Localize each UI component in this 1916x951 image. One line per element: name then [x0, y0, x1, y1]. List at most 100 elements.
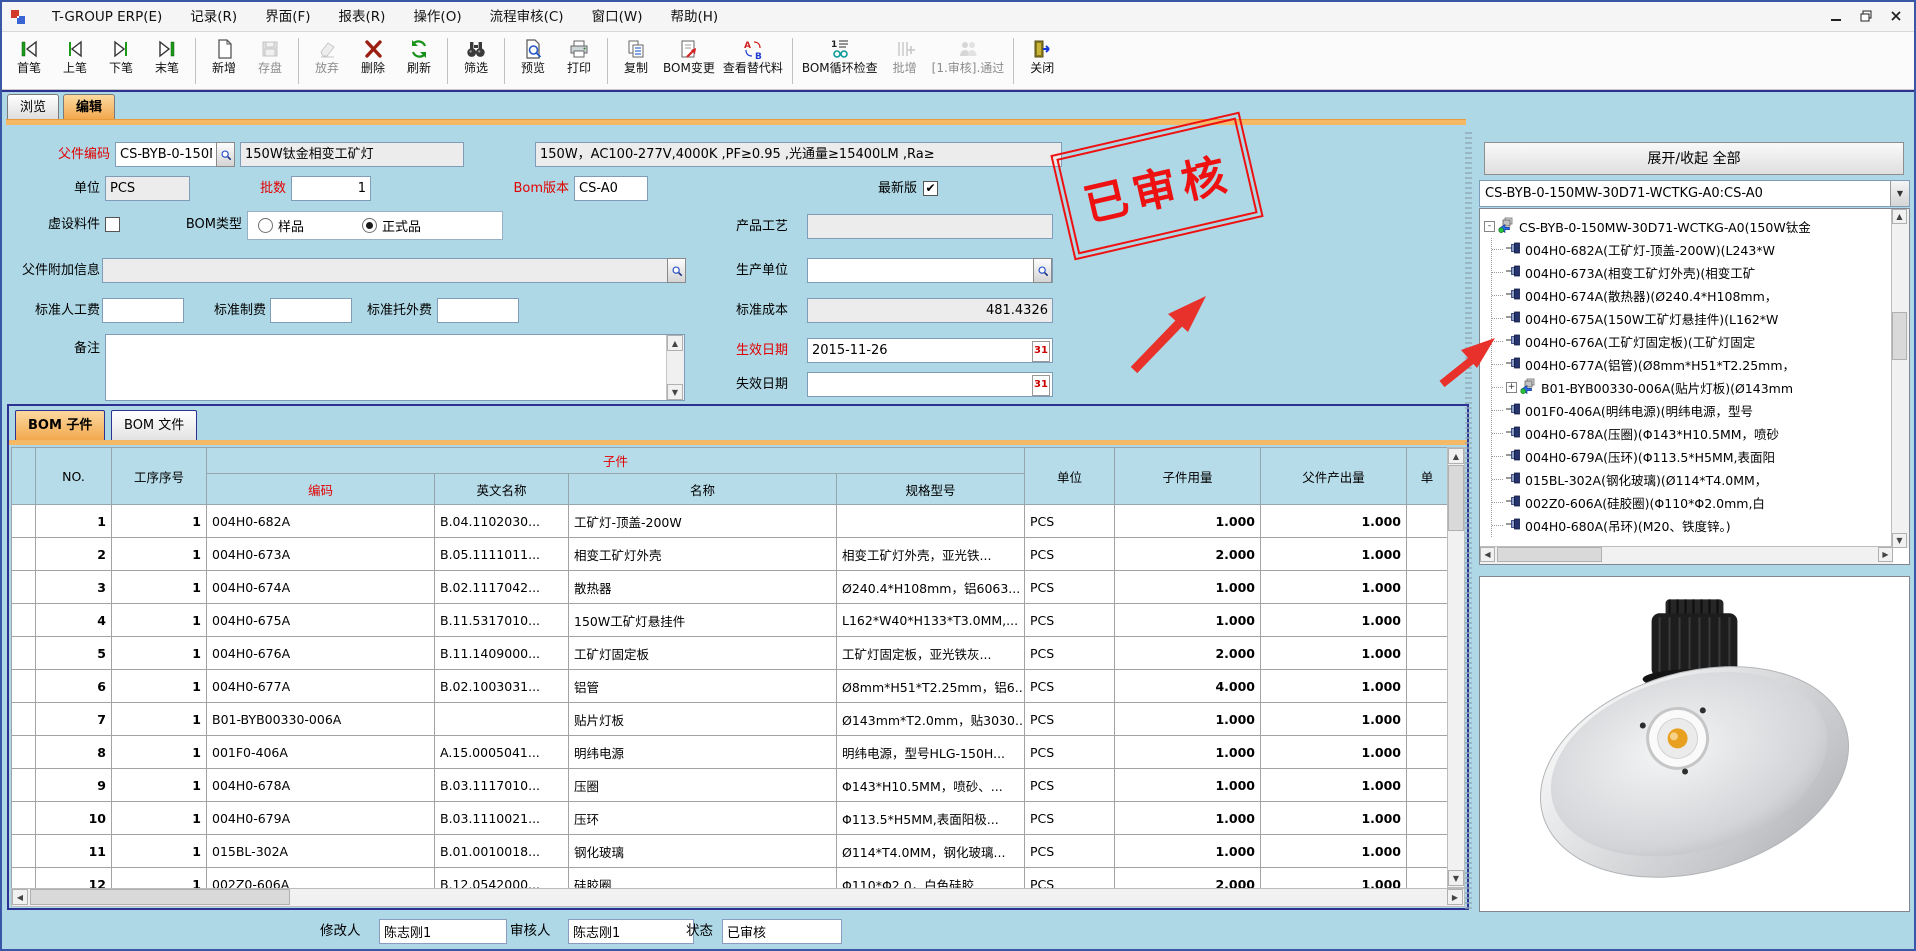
toolbar-button-copy[interactable]: 复制: [613, 35, 659, 77]
scroll-left-icon[interactable]: ◀: [1480, 547, 1495, 562]
tree-item[interactable]: 004H0-679A(压环)(Φ113.5*H5MM,表面阳: [1492, 445, 1891, 468]
cell-code[interactable]: 004H0-682A: [207, 505, 435, 538]
cell-seq[interactable]: 1: [112, 835, 207, 868]
menu-item[interactable]: 界面(F): [251, 2, 324, 32]
cell-qty[interactable]: 1.000: [1115, 736, 1261, 769]
production-unit-lookup-button[interactable]: [1033, 258, 1052, 283]
cell-qty[interactable]: 1.000: [1115, 835, 1261, 868]
cell-code[interactable]: 004H0-678A: [207, 769, 435, 802]
scroll-up-icon[interactable]: ▲: [1892, 209, 1907, 224]
sample-radio[interactable]: [258, 218, 273, 233]
toolbar-button-delete[interactable]: 删除: [350, 35, 396, 77]
cell-seq[interactable]: 1: [112, 604, 207, 637]
tab-BOM 文件[interactable]: BOM 文件: [111, 410, 197, 440]
calendar-icon[interactable]: 31: [1032, 375, 1050, 396]
status-input[interactable]: [722, 919, 842, 944]
toolbar-button-refresh[interactable]: 刷新: [396, 35, 442, 77]
menu-item[interactable]: 窗口(W): [578, 2, 657, 32]
scroll-up-icon[interactable]: ▲: [1448, 448, 1464, 464]
latest-version-checkbox[interactable]: ✔: [923, 181, 938, 196]
expand-collapse-all-button[interactable]: 展开/收起 全部: [1484, 142, 1904, 175]
menu-item[interactable]: 报表(R): [325, 2, 400, 32]
tab-BOM 子件[interactable]: BOM 子件: [15, 410, 105, 440]
parent-code-input[interactable]: [115, 142, 217, 167]
cell-spec[interactable]: Ø143mm*T2.0mm，贴3030...: [837, 703, 1025, 736]
cell-seq[interactable]: 1: [112, 736, 207, 769]
tree-item[interactable]: 004H0-673A(相变工矿灯外壳)(相变工矿: [1492, 261, 1891, 284]
collapse-icon[interactable]: -: [1484, 221, 1495, 232]
toolbar-button-print[interactable]: 打印: [556, 35, 602, 77]
cell-spec[interactable]: L243*W243*T1.0MM.亚光...: [837, 505, 1025, 538]
cell-seq[interactable]: 1: [112, 868, 207, 889]
cell-code[interactable]: 004H0-673A: [207, 538, 435, 571]
tree-item[interactable]: 004H0-676A(工矿灯固定板)(工矿灯固定: [1492, 330, 1891, 353]
cell-qty[interactable]: 1.000: [1115, 571, 1261, 604]
cell-parent-output[interactable]: 1.000: [1261, 571, 1407, 604]
calendar-icon[interactable]: 31: [1032, 341, 1050, 362]
cell-seq[interactable]: 1: [112, 505, 207, 538]
cell-parent-output[interactable]: 1.000: [1261, 769, 1407, 802]
cell-parent-output[interactable]: 1.000: [1261, 703, 1407, 736]
cell-seq[interactable]: 1: [112, 670, 207, 703]
auditor-input[interactable]: [568, 919, 694, 944]
tree-item[interactable]: +B01-BYB00330-006A(贴片灯板)(Ø143mm: [1492, 376, 1891, 399]
cell-code[interactable]: 001F0-406A: [207, 736, 435, 769]
close-icon[interactable]: [1888, 8, 1904, 24]
tree-item[interactable]: 004H0-675A(150W工矿灯悬挂件)(L162*W: [1492, 307, 1891, 330]
cell-parent-output[interactable]: 1.000: [1261, 736, 1407, 769]
cell-parent-output[interactable]: 1.000: [1261, 835, 1407, 868]
toolbar-button-substitute[interactable]: AB查看替代料: [719, 35, 787, 77]
cell-seq[interactable]: 1: [112, 637, 207, 670]
remark-textarea[interactable]: ▲ ▼: [105, 334, 685, 401]
cell-parent-output[interactable]: 1.000: [1261, 604, 1407, 637]
scrollbar-thumb[interactable]: [1448, 465, 1464, 531]
cell-seq[interactable]: 1: [112, 703, 207, 736]
tree-root-item[interactable]: -CS-BYB-0-150MW-30D71-WCTKG-A0(150W钛金: [1484, 215, 1891, 238]
cell-spec[interactable]: 工矿灯固定板，亚光铁灰...: [837, 637, 1025, 670]
menu-item[interactable]: 记录(R): [176, 2, 251, 32]
scroll-left-icon[interactable]: ◀: [12, 889, 28, 905]
cell-qty[interactable]: 1.000: [1115, 604, 1261, 637]
panel-splitter[interactable]: [1465, 132, 1472, 912]
tree-item[interactable]: 002Z0-606A(硅胶圈)(Φ110*Φ2.0mm,白: [1492, 491, 1891, 514]
cell-code[interactable]: 004H0-677A: [207, 670, 435, 703]
toolbar-button-close-door[interactable]: 关闭: [1019, 35, 1065, 77]
restore-icon[interactable]: [1858, 8, 1874, 24]
cell-parent-output[interactable]: 1.000: [1261, 868, 1407, 889]
cell-qty[interactable]: 2.000: [1115, 868, 1261, 889]
toolbar-button-nav-first[interactable]: 首笔: [6, 35, 52, 77]
cell-spec[interactable]: Φ113.5*H5MM,表面阳极...: [837, 802, 1025, 835]
tree-item[interactable]: 004H0-682A(工矿灯-顶盖-200W)(L243*W: [1492, 238, 1891, 261]
batch-input[interactable]: [291, 176, 371, 201]
cell-spec[interactable]: Ø240.4*H108mm，铝6063...: [837, 571, 1025, 604]
cell-qty[interactable]: 4.000: [1115, 670, 1261, 703]
cell-parent-output[interactable]: 1.000: [1261, 538, 1407, 571]
tree-item[interactable]: 015BL-302A(钢化玻璃)(Ø114*T4.0MM，: [1492, 468, 1891, 491]
cell-spec[interactable]: L162*W40*H133*T3.0MM,...: [837, 604, 1025, 637]
menu-item[interactable]: T-GROUP ERP(E): [38, 2, 176, 32]
toolbar-button-nav-prev[interactable]: 上笔: [52, 35, 98, 77]
cell-code[interactable]: 004H0-674A: [207, 571, 435, 604]
cell-spec[interactable]: Ø8mm*H51*T2.25mm，铝6...: [837, 670, 1025, 703]
cell-qty[interactable]: 1.000: [1115, 769, 1261, 802]
cell-seq[interactable]: 1: [112, 538, 207, 571]
expiry-date-field[interactable]: 31: [807, 372, 1053, 397]
chevron-down-icon[interactable]: ▼: [1890, 181, 1909, 206]
toolbar-button-preview[interactable]: 预览: [510, 35, 556, 77]
formal-radio[interactable]: [362, 218, 377, 233]
effective-date-field[interactable]: 2015-11-26 31: [807, 338, 1053, 363]
cell-code[interactable]: 004H0-679A: [207, 802, 435, 835]
scroll-down-icon[interactable]: ▼: [667, 384, 683, 400]
cell-qty[interactable]: 1.000: [1115, 505, 1261, 538]
production-unit-input[interactable]: [807, 258, 1053, 283]
cell-parent-output[interactable]: 1.000: [1261, 505, 1407, 538]
toolbar-button-new-doc[interactable]: 新增: [201, 35, 247, 77]
tab-浏览[interactable]: 浏览: [7, 94, 59, 119]
toolbar-button-nav-last[interactable]: 末笔: [144, 35, 190, 77]
parent-code-lookup-button[interactable]: [216, 142, 235, 167]
cell-spec[interactable]: Φ110*Φ2.0，白色硅胶...: [837, 868, 1025, 889]
cell-code[interactable]: 004H0-675A: [207, 604, 435, 637]
toolbar-button-nav-next[interactable]: 下笔: [98, 35, 144, 77]
menu-item[interactable]: 流程审核(C): [476, 2, 578, 32]
cell-seq[interactable]: 1: [112, 802, 207, 835]
